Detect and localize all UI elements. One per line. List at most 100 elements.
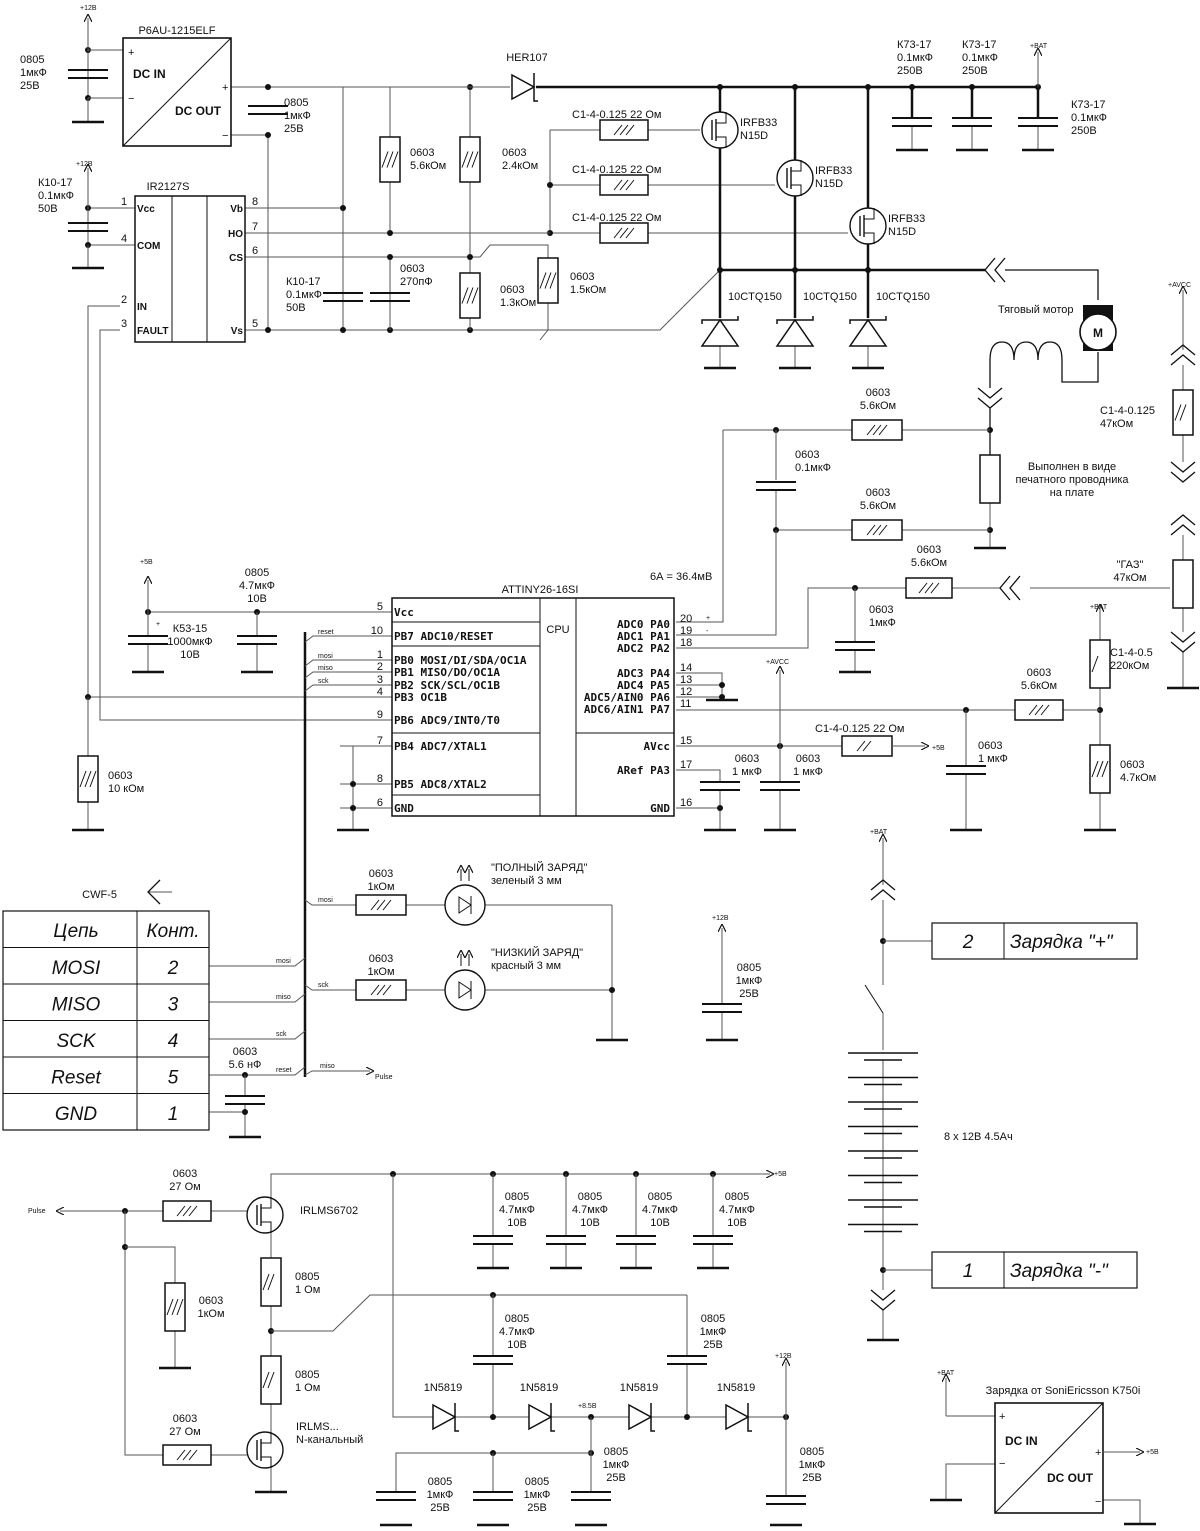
junction-dot bbox=[265, 327, 271, 333]
cap-8v5 bbox=[571, 1491, 611, 1501]
mosfet-label: N15D bbox=[888, 226, 916, 238]
cap-5v-label: 10В bbox=[727, 1217, 747, 1229]
cap-k73-label: К73-17 bbox=[1071, 99, 1106, 111]
cap-bottom-1 bbox=[376, 1491, 416, 1501]
power-label-bat: +BAT bbox=[1030, 43, 1048, 50]
connector-header: Конт. bbox=[146, 921, 199, 942]
resistor-gate-p-label: 27 Ом bbox=[169, 1181, 200, 1193]
cap-12v-label: 0805 bbox=[737, 962, 761, 974]
bus-label-reset: reset bbox=[276, 1067, 292, 1074]
gate-resistor bbox=[599, 174, 649, 196]
mcu-pin-name: Vcc bbox=[394, 606, 414, 619]
gate-resistor bbox=[599, 119, 649, 141]
cap-driver-label: К10-17 bbox=[38, 177, 73, 189]
gate-resistor-label: С1-4-0.125 22 Ом bbox=[572, 164, 662, 176]
junction-dot bbox=[467, 254, 473, 260]
resistor-gaz-5k6 bbox=[905, 577, 953, 599]
cap-k73-label: 250В bbox=[897, 65, 923, 77]
mosfet-label: N15D bbox=[740, 130, 768, 142]
gate-resistor bbox=[599, 222, 649, 244]
terminal-num: 1 bbox=[963, 1261, 974, 1282]
cap-shunt bbox=[756, 481, 796, 491]
driver-part: IR2127S bbox=[147, 181, 190, 193]
mcu-pin-num: 17 bbox=[680, 759, 692, 771]
cap-reset-label: 0603 bbox=[233, 1046, 257, 1058]
resistor-pd-label: 0603 bbox=[199, 1295, 223, 1307]
cap-reset bbox=[225, 1095, 265, 1105]
plus: + bbox=[1095, 1447, 1101, 1459]
junction-dot bbox=[684, 1414, 690, 1420]
connector-chevron bbox=[994, 257, 1006, 283]
cap-5v-bank bbox=[693, 1235, 733, 1245]
junction-dot bbox=[350, 781, 356, 787]
mosfet-label: N15D bbox=[815, 178, 843, 190]
resistor-shunt-b-label: 0603 bbox=[866, 487, 890, 499]
dcdc-phone bbox=[994, 1402, 1104, 1514]
bus-label-sck: sck bbox=[318, 982, 329, 989]
resistor-gate-p-label: 0603 bbox=[173, 1168, 197, 1180]
connector-chevron bbox=[1170, 471, 1196, 483]
driver-pin-name: Vs bbox=[231, 326, 244, 337]
mosfet-body bbox=[849, 207, 887, 245]
wire bbox=[304, 635, 340, 643]
cap-avcc-label: 1 мкФ bbox=[793, 766, 823, 778]
cap-dcdc-in-label: 25В bbox=[20, 80, 40, 92]
led-body bbox=[444, 884, 486, 926]
junction-dot bbox=[265, 132, 271, 138]
cap-bootstrap-label: 0.1мкФ bbox=[286, 289, 322, 301]
mcu-pin-name: PB4 ADC7/XTAL1 bbox=[394, 740, 487, 753]
cap-270p-label: 0603 bbox=[400, 263, 424, 275]
cap-bottom-2 bbox=[473, 1491, 513, 1501]
cap-fly1-label: 10В bbox=[507, 1339, 527, 1351]
bus-label-reset: reset bbox=[318, 629, 334, 636]
resistor-gate-n-label: 27 Ом bbox=[169, 1426, 200, 1438]
resistor-47k-label: 47кОм bbox=[1100, 418, 1133, 430]
diode-triangle bbox=[775, 318, 815, 347]
resistor-220k-label: 220кОм bbox=[1110, 660, 1149, 672]
resistor-10k bbox=[77, 755, 99, 803]
led-indicator bbox=[444, 869, 486, 926]
cap-k53-label: 10В bbox=[180, 649, 200, 661]
cap-k73-label: 250В bbox=[1071, 125, 1097, 137]
schottky-label: 10CTQ150 bbox=[876, 291, 930, 303]
cap-5v-label: 0805 bbox=[725, 1191, 749, 1203]
plus: + bbox=[128, 47, 134, 59]
mosfet-irlms-n bbox=[246, 1431, 284, 1469]
mosfet-n-label: IRLMS... bbox=[296, 1421, 339, 1433]
resistor-1ohm-a bbox=[260, 1257, 282, 1307]
cap-k73-label: К73-17 bbox=[897, 39, 932, 51]
mosfet-n-label: N-канальный bbox=[296, 1434, 363, 1446]
junction-dot bbox=[490, 1414, 496, 1420]
resistor-led-label: 1кОм bbox=[367, 881, 394, 893]
diode-1n5819-label: 1N5819 bbox=[620, 1382, 659, 1394]
resistor-shunt-a-label: 5.6кОм bbox=[860, 400, 896, 412]
mcu-pin-num: 7 bbox=[377, 735, 383, 747]
mosfet-irlms6702 bbox=[246, 1196, 284, 1234]
wire bbox=[99, 329, 392, 721]
cap-k73-label: К73-17 bbox=[962, 39, 997, 51]
bus-label-miso: miso bbox=[276, 994, 291, 1001]
resistor-5k6-label: 5.6кОм bbox=[410, 160, 446, 172]
mcu-pin-name: GND bbox=[650, 802, 670, 815]
cap-k73-label: 250В bbox=[962, 65, 988, 77]
wire bbox=[209, 1030, 306, 1040]
diode-triangle bbox=[528, 1403, 553, 1431]
junction-dot bbox=[340, 205, 346, 211]
schottky-label: 10CTQ150 bbox=[803, 291, 857, 303]
schematic: +12В08051мкФ25ВP6AU-1215ELFDC INDC OUT+−… bbox=[2, 5, 1199, 1527]
cap-driver-label: 0.1мкФ bbox=[38, 190, 74, 202]
resistor-shunt-b-label: 5.6кОм bbox=[860, 500, 896, 512]
mcu-pin-num: 5 bbox=[377, 601, 383, 613]
cap-k73-bat bbox=[1018, 117, 1058, 127]
connector-chevron bbox=[870, 1289, 896, 1301]
wire bbox=[1103, 1499, 1141, 1524]
led-desc: красный 3 мм bbox=[491, 960, 561, 972]
mcu-pin-num: 8 bbox=[377, 773, 383, 785]
connector-chevron bbox=[1009, 575, 1021, 601]
junction-dot bbox=[340, 327, 346, 333]
resistor-div-4k7 bbox=[1089, 744, 1111, 794]
resistor-led-label: 1кОм bbox=[367, 966, 394, 978]
driver-pin-num: 7 bbox=[252, 221, 258, 233]
resistor-1k5 bbox=[537, 257, 559, 304]
driver-pin-num: 5 bbox=[252, 318, 258, 330]
